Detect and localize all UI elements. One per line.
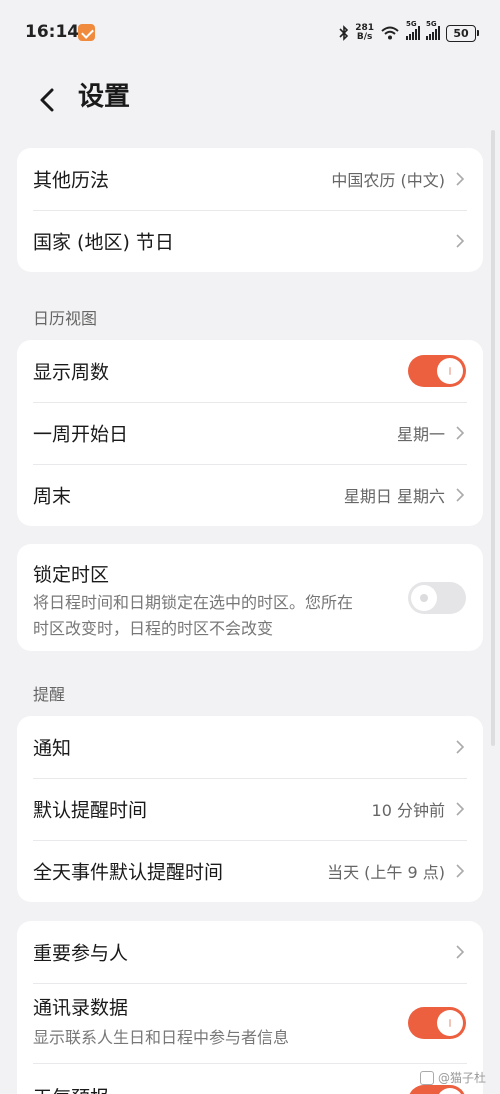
default-reminder-label: 默认提醒时间 xyxy=(33,799,148,822)
allday-reminder-row[interactable]: 全天事件默认提醒时间 当天 (上午 9 点) xyxy=(17,840,483,902)
cellular-signal-2-icon: 5G xyxy=(426,20,440,40)
other-calendar-row[interactable]: 其他历法 中国农历 (中文) xyxy=(17,148,483,210)
calendar-system-card: 其他历法 中国农历 (中文) 国家 (地区) 节日 xyxy=(17,148,483,272)
allday-reminder-value: 当天 (上午 9 点) xyxy=(327,863,445,882)
section-title-calendar-view: 日历视图 xyxy=(33,309,98,328)
weekend-label: 周末 xyxy=(33,485,72,508)
weather-toggle[interactable] xyxy=(408,1085,466,1094)
cellular-signal-1-icon: 5G xyxy=(406,20,420,40)
weekend-value: 星期日 星期六 xyxy=(343,487,445,506)
scrollbar[interactable] xyxy=(491,130,495,746)
back-arrow-icon xyxy=(40,88,54,112)
chevron-right-icon xyxy=(456,426,465,440)
signal-2-label: 5G xyxy=(426,20,437,28)
status-time: 16:14 xyxy=(25,22,80,42)
section-title-reminders: 提醒 xyxy=(33,685,66,704)
signal-1-label: 5G xyxy=(406,20,417,28)
network-speed-unit: B/s xyxy=(356,32,373,42)
contacts-data-toggle[interactable] xyxy=(408,1007,466,1039)
wifi-icon xyxy=(381,26,399,40)
contacts-data-row: 通讯录数据 显示联系人生日和日程中参与者信息 xyxy=(17,983,483,1063)
vip-row[interactable]: 重要参与人 xyxy=(17,921,483,983)
watermark: @猫子杜 xyxy=(419,1069,486,1086)
toggle-knob xyxy=(411,584,437,611)
week-start-value: 星期一 xyxy=(396,425,445,444)
calendar-view-card: 显示周数 一周开始日 星期一 周末 星期日 星期六 xyxy=(17,340,483,526)
other-calendar-label: 其他历法 xyxy=(33,169,110,192)
chevron-right-icon xyxy=(456,234,465,248)
battery-icon: 50 xyxy=(446,24,479,42)
week-start-label: 一周开始日 xyxy=(33,423,129,446)
back-button[interactable] xyxy=(30,74,70,114)
vip-label: 重要参与人 xyxy=(33,942,129,965)
lock-timezone-row: 锁定时区 将日程时间和日期锁定在选中的时区。您所在时区改变时，日程的时区不会改变 xyxy=(17,544,483,651)
holidays-label: 国家 (地区) 节日 xyxy=(33,231,174,254)
watermark-text: @猫子杜 xyxy=(437,1071,486,1085)
weather-label: 天气预报 xyxy=(33,1083,109,1094)
notifications-label: 通知 xyxy=(33,737,72,760)
show-week-numbers-toggle[interactable] xyxy=(408,355,466,387)
page-header: 设置 xyxy=(0,66,500,126)
show-week-numbers-label: 显示周数 xyxy=(33,361,110,384)
holidays-row[interactable]: 国家 (地区) 节日 xyxy=(17,210,483,272)
week-start-row[interactable]: 一周开始日 星期一 xyxy=(17,402,483,464)
lock-timezone-toggle[interactable] xyxy=(408,581,466,614)
weather-row: 天气预报 xyxy=(17,1063,483,1094)
app-notification-icon xyxy=(78,24,95,41)
toggle-knob xyxy=(437,1088,463,1094)
more-settings-card: 重要参与人 通讯录数据 显示联系人生日和日程中参与者信息 天气预报 xyxy=(17,921,483,1094)
weekend-row[interactable]: 周末 星期日 星期六 xyxy=(17,464,483,526)
allday-reminder-label: 全天事件默认提醒时间 xyxy=(33,861,224,884)
lock-timezone-description: 将日程时间和日期锁定在选中的时区。您所在时区改变时，日程的时区不会改变 xyxy=(33,593,354,638)
default-reminder-row[interactable]: 默认提醒时间 10 分钟前 xyxy=(17,778,483,840)
contacts-data-description: 显示联系人生日和日程中参与者信息 xyxy=(33,1028,290,1047)
chevron-right-icon xyxy=(456,802,465,816)
toggle-knob xyxy=(437,1010,463,1036)
watermark-icon xyxy=(419,1070,434,1085)
default-reminder-value: 10 分钟前 xyxy=(371,801,445,820)
chevron-right-icon xyxy=(456,864,465,878)
timezone-card: 锁定时区 将日程时间和日期锁定在选中的时区。您所在时区改变时，日程的时区不会改变 xyxy=(17,544,483,651)
show-week-numbers-row: 显示周数 xyxy=(17,340,483,402)
chevron-right-icon xyxy=(456,172,465,186)
other-calendar-value: 中国农历 (中文) xyxy=(331,171,445,190)
network-speed: 281 B/s xyxy=(355,24,374,42)
reminders-card: 通知 默认提醒时间 10 分钟前 全天事件默认提醒时间 当天 (上午 9 点) xyxy=(17,716,483,902)
chevron-right-icon xyxy=(456,945,465,959)
contacts-data-label: 通讯录数据 xyxy=(33,997,129,1019)
chevron-right-icon xyxy=(456,740,465,754)
lock-timezone-label: 锁定时区 xyxy=(33,564,110,586)
bluetooth-icon xyxy=(339,25,349,41)
page-title: 设置 xyxy=(78,82,131,112)
toggle-knob xyxy=(437,358,463,384)
chevron-right-icon xyxy=(456,488,465,502)
status-bar: 16:14 281 B/s 5G 5G 50 xyxy=(0,0,500,66)
notifications-row[interactable]: 通知 xyxy=(17,716,483,778)
